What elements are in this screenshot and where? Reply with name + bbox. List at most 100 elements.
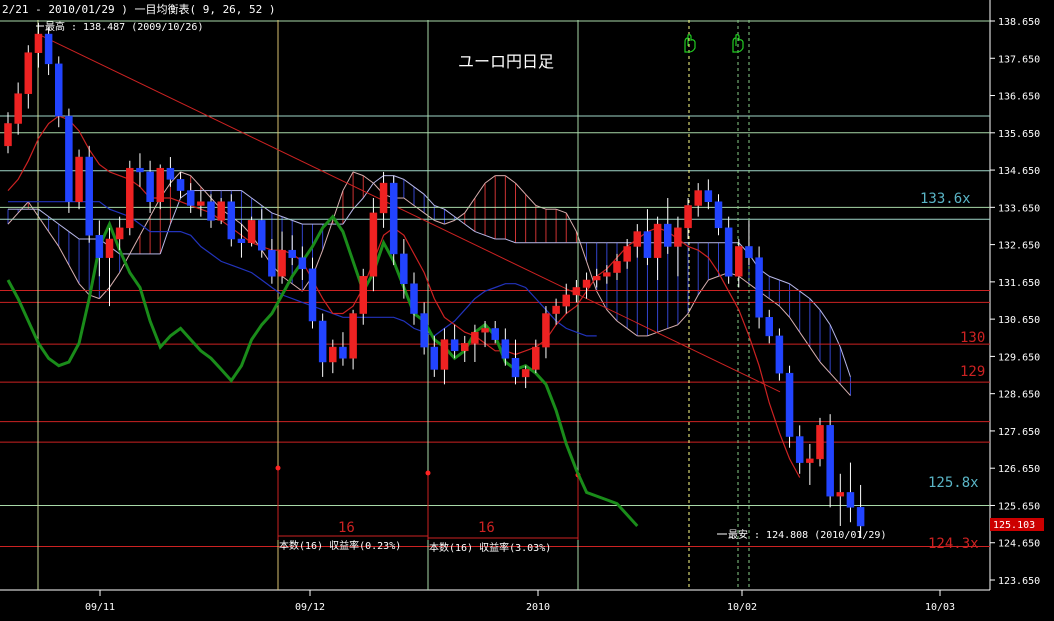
senkou-b-segment (769, 275, 780, 281)
candle-body-up (349, 313, 357, 359)
candle-body-down (775, 335, 784, 374)
candle-body-up (217, 201, 225, 221)
senkou-b-segment (373, 175, 384, 184)
candle-body-up (836, 492, 845, 497)
senkou-a-segment (687, 294, 699, 314)
y-tick-label: 136.650 (998, 92, 1040, 103)
candle-body-down (166, 167, 175, 180)
senkou-a-segment (708, 275, 719, 281)
candle-body-up (369, 212, 378, 277)
candle-body-down (755, 257, 763, 318)
senkou-a-segment (434, 219, 445, 225)
candle-body-up (34, 33, 43, 53)
candle-body-down (237, 238, 246, 243)
candle-body-up (613, 261, 621, 273)
candle-body-down (136, 167, 144, 173)
senkou-a-segment (474, 182, 486, 199)
senkou-b-segment (413, 186, 425, 195)
senkou-a-segment (606, 309, 618, 322)
candle-body-up (156, 167, 164, 202)
candle-body-down (308, 268, 317, 322)
candle-body-up (126, 167, 134, 229)
senkou-b-segment (169, 197, 182, 225)
senkou-a-segment (78, 283, 90, 296)
candle-body-up (582, 279, 591, 288)
senkou-a-segment (505, 175, 516, 184)
senkou-a-segment (362, 175, 374, 184)
senkou-b-segment (58, 223, 70, 232)
senkou-a-segment (332, 190, 344, 221)
senkou-a-segment (200, 186, 212, 199)
candle-body-down (258, 220, 266, 251)
candle-body-down (491, 328, 499, 340)
candle-body-up (735, 246, 743, 277)
candle-body-up (816, 425, 824, 460)
candle-body-up (115, 227, 124, 240)
senkou-a-segment (48, 231, 60, 247)
y-tick-label: 135.650 (998, 129, 1040, 140)
candle-body-down (186, 190, 195, 206)
candle-body-up (359, 276, 367, 314)
y-tick-label: 129.650 (998, 352, 1040, 363)
candle-body-up (461, 343, 469, 352)
stat-label-1: 本数(16) 収益率(0.23%) (279, 539, 401, 552)
header-title: 2/21 - 2010/01/29 ) 一目均衡表( 9, 26, 52 ) (2, 2, 276, 16)
y-tick-label: 132.650 (998, 241, 1040, 252)
senkou-b-segment (839, 346, 851, 378)
candle-body-up (674, 227, 682, 247)
candle-body-down (146, 171, 154, 202)
senkou-a-segment (444, 219, 455, 225)
senkou-b-segment (362, 182, 374, 199)
senkou-a-segment (7, 212, 19, 225)
senkou-b-segment (505, 238, 516, 244)
candle-body-up (806, 458, 814, 463)
senkou-a-segment (819, 361, 831, 374)
candle-body-down (207, 201, 215, 221)
senkou-b-segment (799, 290, 811, 300)
senkou-a-segment (484, 175, 496, 184)
candle-body-down (785, 372, 794, 437)
senkou-a-segment (109, 272, 121, 288)
candle-body-down (318, 320, 327, 363)
axis-ticks: 138.650 137.650 136.650 135.650 134.650 133.6… (85, 17, 1040, 613)
count-label-2: 16 (478, 520, 495, 536)
senkou-b-segment (241, 190, 252, 199)
senkou-b-segment (454, 216, 466, 225)
candle-body-down (420, 313, 428, 348)
reference-lines (275, 465, 581, 540)
candle-body-down (298, 257, 307, 270)
candle-body-up (14, 93, 22, 124)
senkou-b-segment (464, 223, 476, 232)
y-tick-label: 130.650 (998, 315, 1040, 326)
candle-body-up (684, 205, 692, 229)
trend-line (37, 33, 781, 393)
y-tick-label: 127.650 (998, 427, 1040, 438)
candle-body-down (664, 223, 672, 247)
candle-body-up (653, 223, 662, 258)
candle-body-down (724, 227, 733, 277)
senkou-a-segment (565, 212, 577, 232)
y-tick-label: 133.650 (998, 203, 1040, 214)
candle-body-down (85, 156, 93, 236)
senkou-a-segment (667, 324, 679, 329)
senkou-a-segment (129, 235, 141, 255)
candle-body-up (552, 305, 560, 314)
y-tick-label: 124.650 (998, 539, 1040, 550)
y-tick-label: 128.650 (998, 390, 1040, 401)
senkou-a-segment (657, 327, 668, 333)
candle-body-up (603, 272, 611, 277)
senkou-a-segment (829, 372, 841, 385)
senkou-a-segment (190, 175, 202, 188)
candle-body-up (329, 346, 337, 363)
candle-body-down (400, 253, 408, 284)
chart-title: ユーロ円日足 (458, 52, 554, 71)
senkou-b-segment (38, 208, 49, 218)
level-label-1243: 124.3x (928, 536, 979, 552)
candle-body-down (410, 283, 418, 314)
senkou-a-segment (839, 384, 851, 396)
x-tick-label: 09/11 (85, 602, 115, 613)
senkou-b-segment (819, 309, 831, 326)
level-label-130: 130 (960, 330, 985, 346)
level-label-1336: 133.6x (920, 191, 971, 207)
y-tick-label: 134.650 (998, 166, 1040, 177)
